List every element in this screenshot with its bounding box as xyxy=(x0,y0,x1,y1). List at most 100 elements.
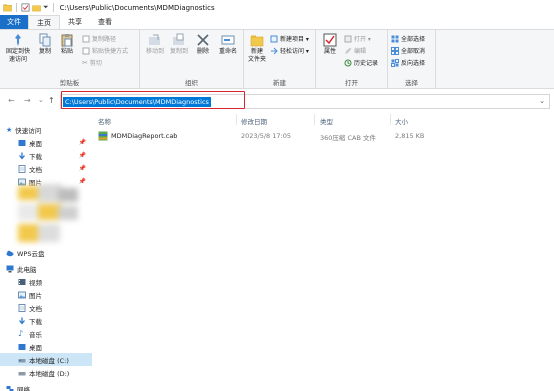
move-to-label: 移动到 xyxy=(145,48,164,55)
invert-selection-label: 反向选择 xyxy=(401,60,426,67)
file-name: MDMDiagReport.cab xyxy=(111,132,178,140)
forward-arrow-icon[interactable]: → xyxy=(24,96,31,105)
column-header-type[interactable]: 类型 xyxy=(320,116,333,126)
network-label: 网络 xyxy=(17,385,30,391)
cloud-icon xyxy=(6,250,14,256)
pc-item-label: 下载 xyxy=(29,317,42,326)
pin-icon xyxy=(15,34,21,46)
quick-access-item[interactable]: ★ 快速访问 xyxy=(0,123,92,136)
open-button[interactable]: 打开 ▾ xyxy=(344,34,371,43)
new-group-label: 新建 xyxy=(273,79,286,87)
invert-selection-button[interactable]: 反向选择 xyxy=(391,58,425,67)
network-icon xyxy=(6,385,14,391)
copy-path-icon xyxy=(82,35,90,42)
column-separator[interactable] xyxy=(314,114,315,125)
clipboard-group: 固定到快 速访问 复制 粘贴 复制路径 粘贴快捷方式 ✂ 剪切 剪贴板 xyxy=(0,30,140,88)
back-arrow-icon[interactable]: ← xyxy=(8,96,15,105)
move-to-button[interactable]: 移动到 xyxy=(144,33,166,56)
pc-item-documents[interactable]: 文档 xyxy=(0,301,92,314)
rename-label: 重命名 xyxy=(218,48,237,55)
document-icon xyxy=(18,303,26,312)
pc-item-pictures[interactable]: 图片 xyxy=(0,288,92,301)
pc-item-local-disk-d[interactable]: 本地磁盘 (D:) xyxy=(0,366,92,379)
download-icon xyxy=(19,317,25,325)
quick-item-label: 文档 xyxy=(29,165,42,174)
history-label: 历史记录 xyxy=(354,60,379,67)
column-separator[interactable] xyxy=(236,114,237,125)
quick-item-desktop[interactable]: 桌面 📌 xyxy=(0,136,92,149)
new-folder-button[interactable]: 新建 文件夹 xyxy=(246,33,268,64)
scissors-icon: ✂ xyxy=(82,58,88,67)
easy-access-button[interactable]: 轻松访问 ▾ xyxy=(270,46,309,55)
pin-quick-access-button[interactable]: 固定到快 速访问 xyxy=(4,33,32,64)
address-highlight-box xyxy=(61,91,245,109)
wps-cloud-item[interactable]: WPS云盘 xyxy=(0,246,92,259)
paste-shortcut-button[interactable]: 粘贴快捷方式 xyxy=(82,46,128,55)
music-note-icon: ♪ xyxy=(18,328,24,338)
pin-icon: 📌 xyxy=(78,152,86,159)
select-none-icon xyxy=(391,46,399,55)
address-dropdown-icon[interactable]: ⌄ xyxy=(539,97,545,105)
qa-dropdown-icon[interactable]: ⏷ xyxy=(43,3,49,12)
copy-button[interactable]: 复制 xyxy=(36,33,54,56)
recent-locations-icon[interactable]: ⌄ xyxy=(38,96,44,104)
column-separator[interactable] xyxy=(390,114,391,125)
new-item-icon xyxy=(270,35,278,42)
tab-home[interactable]: 主页 xyxy=(28,15,60,29)
column-header-name[interactable]: 名称 xyxy=(98,116,111,126)
checkbox-properties-icon[interactable] xyxy=(21,3,30,12)
properties-button[interactable]: 属性 xyxy=(320,33,340,56)
new-folder-icon[interactable] xyxy=(32,3,41,12)
up-arrow-icon[interactable]: ↑ xyxy=(48,96,55,105)
column-header-modified[interactable]: 修改日期 xyxy=(241,116,267,126)
pc-item-music[interactable]: ♪ 音乐 xyxy=(0,327,92,340)
pc-item-label: 图片 xyxy=(29,291,42,300)
properties-label: 属性 xyxy=(323,48,336,55)
pc-item-videos[interactable]: 视频 xyxy=(0,275,92,288)
tab-file[interactable]: 文件 xyxy=(0,15,28,29)
select-all-button[interactable]: 全部选择 xyxy=(391,34,425,43)
select-none-label: 全部取消 xyxy=(401,48,426,55)
edit-label: 编辑 xyxy=(354,48,367,55)
select-all-icon xyxy=(391,35,399,42)
new-item-button[interactable]: 新建项目 ▾ xyxy=(270,34,309,43)
pin-icon: 📌 xyxy=(78,165,86,172)
edit-icon xyxy=(345,47,352,54)
new-group: 新建 文件夹 新建项目 ▾ 轻松访问 ▾ 新建 xyxy=(244,30,316,88)
open-group: 属性 打开 ▾ 编辑 历史记录 打开 xyxy=(316,30,388,88)
pc-item-downloads[interactable]: 下载 xyxy=(0,314,92,327)
copy-path-button[interactable]: 复制路径 xyxy=(82,34,116,43)
pc-item-label: 桌面 xyxy=(29,343,42,352)
delete-label: 删除 xyxy=(196,48,209,55)
edit-button[interactable]: 编辑 xyxy=(344,46,366,55)
delete-button[interactable]: 删除 xyxy=(194,33,212,56)
column-header-size[interactable]: 大小 xyxy=(395,116,408,126)
paste-icon xyxy=(61,34,73,47)
easy-access-icon xyxy=(271,47,278,54)
move-to-icon xyxy=(149,34,160,45)
cab-archive-icon xyxy=(98,131,108,141)
download-icon xyxy=(19,152,25,160)
quick-item-downloads[interactable]: 下载 📌 xyxy=(0,149,92,162)
organize-group: 移动到 复制到 删除 重命名 组织 xyxy=(140,30,244,88)
network-item[interactable]: 网络 xyxy=(0,382,92,391)
copy-label: 复制 xyxy=(38,48,51,55)
tab-share[interactable]: 共享 xyxy=(60,15,90,29)
pc-item-local-disk-c[interactable]: 本地磁盘 (C:) xyxy=(0,353,92,366)
title-bar: ⏷ C:\Users\Public\Documents\MDMDiagnosti… xyxy=(0,0,554,15)
invert-selection-icon xyxy=(391,58,399,67)
paste-button[interactable]: 粘贴 xyxy=(58,33,76,56)
history-button[interactable]: 历史记录 xyxy=(344,58,378,67)
this-pc-item[interactable]: 此电脑 xyxy=(0,262,92,275)
table-row[interactable]: MDMDiagReport.cab 2023/5/8 17:05 360压缩 C… xyxy=(92,129,554,143)
select-none-button[interactable]: 全部取消 xyxy=(391,46,425,55)
quick-item-documents[interactable]: 文档 📌 xyxy=(0,162,92,175)
pc-item-desktop[interactable]: 桌面 xyxy=(0,340,92,353)
quick-access-label: 快速访问 xyxy=(15,126,42,135)
rename-button[interactable]: 重命名 xyxy=(216,33,240,56)
copy-to-button[interactable]: 复制到 xyxy=(168,33,190,56)
window-title: C:\Users\Public\Documents\MDMDiagnostics xyxy=(59,3,215,12)
computer-icon xyxy=(6,265,14,272)
cut-button[interactable]: ✂ 剪切 xyxy=(82,58,102,68)
tab-view[interactable]: 查看 xyxy=(90,15,120,29)
